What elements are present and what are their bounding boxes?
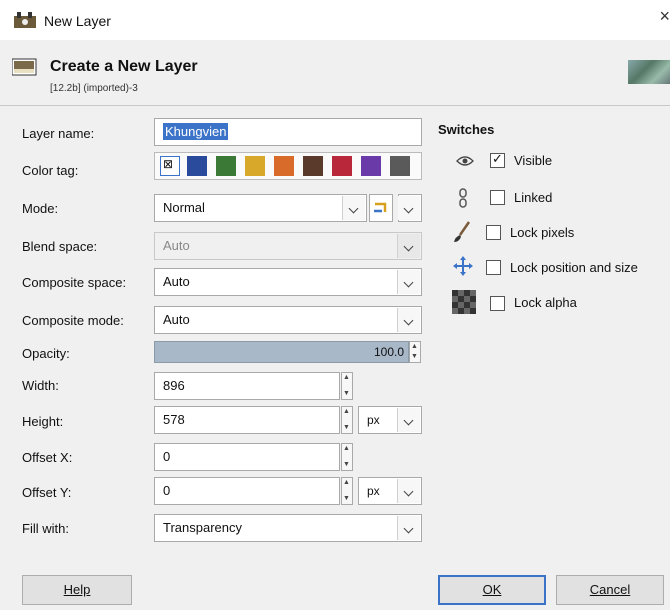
height-value: 578 — [163, 412, 185, 427]
chevron-down-icon — [397, 270, 420, 294]
cancel-button-label: Cancel — [589, 582, 631, 597]
color-tag-violet[interactable] — [361, 156, 381, 176]
mode-value: Normal — [163, 200, 205, 215]
height-input[interactable]: 578 — [154, 406, 340, 434]
chevron-down-icon — [397, 234, 420, 258]
opacity-spinner[interactable] — [409, 341, 421, 363]
layer-name-input[interactable]: Khungvien — [154, 118, 422, 146]
offset-x-label: Offset X: — [22, 450, 73, 465]
linked-label: Linked — [514, 190, 553, 205]
color-tag-label: Color tag: — [22, 163, 79, 178]
layer-name-label: Layer name: — [22, 126, 95, 141]
color-tag-gray[interactable] — [390, 156, 410, 176]
layer-name-value: Khungvien — [163, 123, 229, 140]
chevron-down-icon — [398, 196, 420, 220]
move-icon — [453, 256, 473, 276]
blend-space-select[interactable]: Auto — [154, 232, 422, 260]
offset-y-label: Offset Y: — [22, 485, 72, 500]
linked-checkbox[interactable] — [490, 190, 505, 205]
mode-select[interactable]: Normal — [154, 194, 367, 222]
ok-button[interactable]: OK — [438, 575, 546, 605]
opacity-value: 100.0 — [373, 345, 404, 359]
chain-icon — [459, 188, 467, 208]
composite-mode-value: Auto — [163, 312, 190, 327]
color-tag-blue[interactable] — [187, 156, 207, 176]
width-spinner[interactable] — [341, 372, 353, 400]
new-layer-icon — [12, 58, 37, 76]
lock-alpha-label: Lock alpha — [514, 295, 577, 310]
height-spinner[interactable] — [341, 406, 353, 434]
composite-mode-label: Composite mode: — [22, 313, 124, 328]
help-button[interactable]: Help — [22, 575, 132, 605]
color-tag-green[interactable] — [216, 156, 236, 176]
lock-position-label: Lock position and size — [510, 260, 638, 275]
width-input[interactable]: 896 — [154, 372, 340, 400]
fill-with-select[interactable]: Transparency — [154, 514, 422, 542]
color-tag-red[interactable] — [332, 156, 352, 176]
width-value: 896 — [163, 378, 185, 393]
offset-x-value: 0 — [163, 449, 171, 464]
cancel-button[interactable]: Cancel — [556, 575, 664, 605]
chevron-down-icon — [397, 308, 420, 332]
offset-y-input[interactable]: 0 — [154, 477, 340, 505]
visible-label: Visible — [514, 153, 553, 168]
visible-checkbox[interactable]: ✓ — [490, 151, 505, 168]
chevron-down-icon — [397, 479, 420, 503]
dialog-title: Create a New Layer — [50, 58, 198, 75]
color-tag-orange[interactable] — [274, 156, 294, 176]
composite-space-value: Auto — [163, 274, 190, 289]
help-button-label: Help — [63, 582, 91, 597]
lock-pixels-checkbox[interactable] — [486, 225, 501, 240]
eye-icon — [456, 156, 474, 166]
header-divider — [0, 105, 670, 106]
dialog-header: Create a New Layer [12.2b] (imported)-3 — [0, 40, 670, 105]
composite-mode-select[interactable]: Auto — [154, 306, 422, 334]
chevron-down-icon — [397, 408, 420, 432]
chevron-down-icon — [397, 516, 420, 540]
opacity-label: Opacity: — [22, 346, 70, 361]
blend-space-label: Blend space: — [22, 239, 98, 254]
fill-with-label: Fill with: — [22, 521, 69, 536]
mode-label: Mode: — [22, 201, 59, 216]
opacity-slider[interactable]: 100.0 — [154, 341, 409, 363]
switches-title: Switches — [438, 122, 495, 137]
offset-x-spinner[interactable] — [341, 443, 353, 471]
width-label: Width: — [22, 378, 59, 393]
size-unit-value: px — [367, 413, 380, 427]
blend-space-value: Auto — [163, 238, 190, 253]
image-subtitle: [12.2b] (imported)-3 — [50, 83, 138, 94]
checkmark-icon: ✓ — [492, 151, 503, 166]
swap-icon — [374, 202, 387, 213]
offset-y-value: 0 — [163, 483, 171, 498]
close-icon[interactable]: × — [659, 6, 670, 27]
ok-button-label: OK — [482, 582, 502, 597]
no-color-icon: ⊠ — [163, 157, 174, 171]
color-tag-yellow[interactable] — [245, 156, 265, 176]
offset-unit-value: px — [367, 484, 380, 498]
lock-pixels-label: Lock pixels — [510, 225, 575, 240]
offset-x-input[interactable]: 0 — [154, 443, 340, 471]
offset-unit-select[interactable]: px — [358, 477, 422, 505]
fill-with-value: Transparency — [163, 520, 242, 535]
checker-icon — [452, 290, 476, 314]
color-tag-brown[interactable] — [303, 156, 323, 176]
title-bar: New Layer × — [0, 0, 670, 40]
window-title: New Layer — [44, 13, 111, 29]
image-thumbnail — [628, 60, 670, 84]
composite-space-label: Composite space: — [22, 275, 127, 290]
chevron-down-icon — [342, 196, 365, 220]
brush-icon — [454, 221, 471, 242]
color-tag-none[interactable]: ⊠ — [160, 156, 180, 176]
mode-switch-button[interactable] — [369, 194, 393, 222]
composite-space-select[interactable]: Auto — [154, 268, 422, 296]
gimp-app-icon — [14, 12, 36, 28]
lock-alpha-checkbox[interactable] — [490, 296, 505, 311]
size-unit-select[interactable]: px — [358, 406, 422, 434]
height-label: Height: — [22, 414, 64, 429]
offset-y-spinner[interactable] — [341, 477, 353, 505]
opacity-fill — [155, 342, 408, 362]
lock-position-checkbox[interactable] — [486, 260, 501, 275]
mode-group-select[interactable] — [398, 194, 422, 222]
